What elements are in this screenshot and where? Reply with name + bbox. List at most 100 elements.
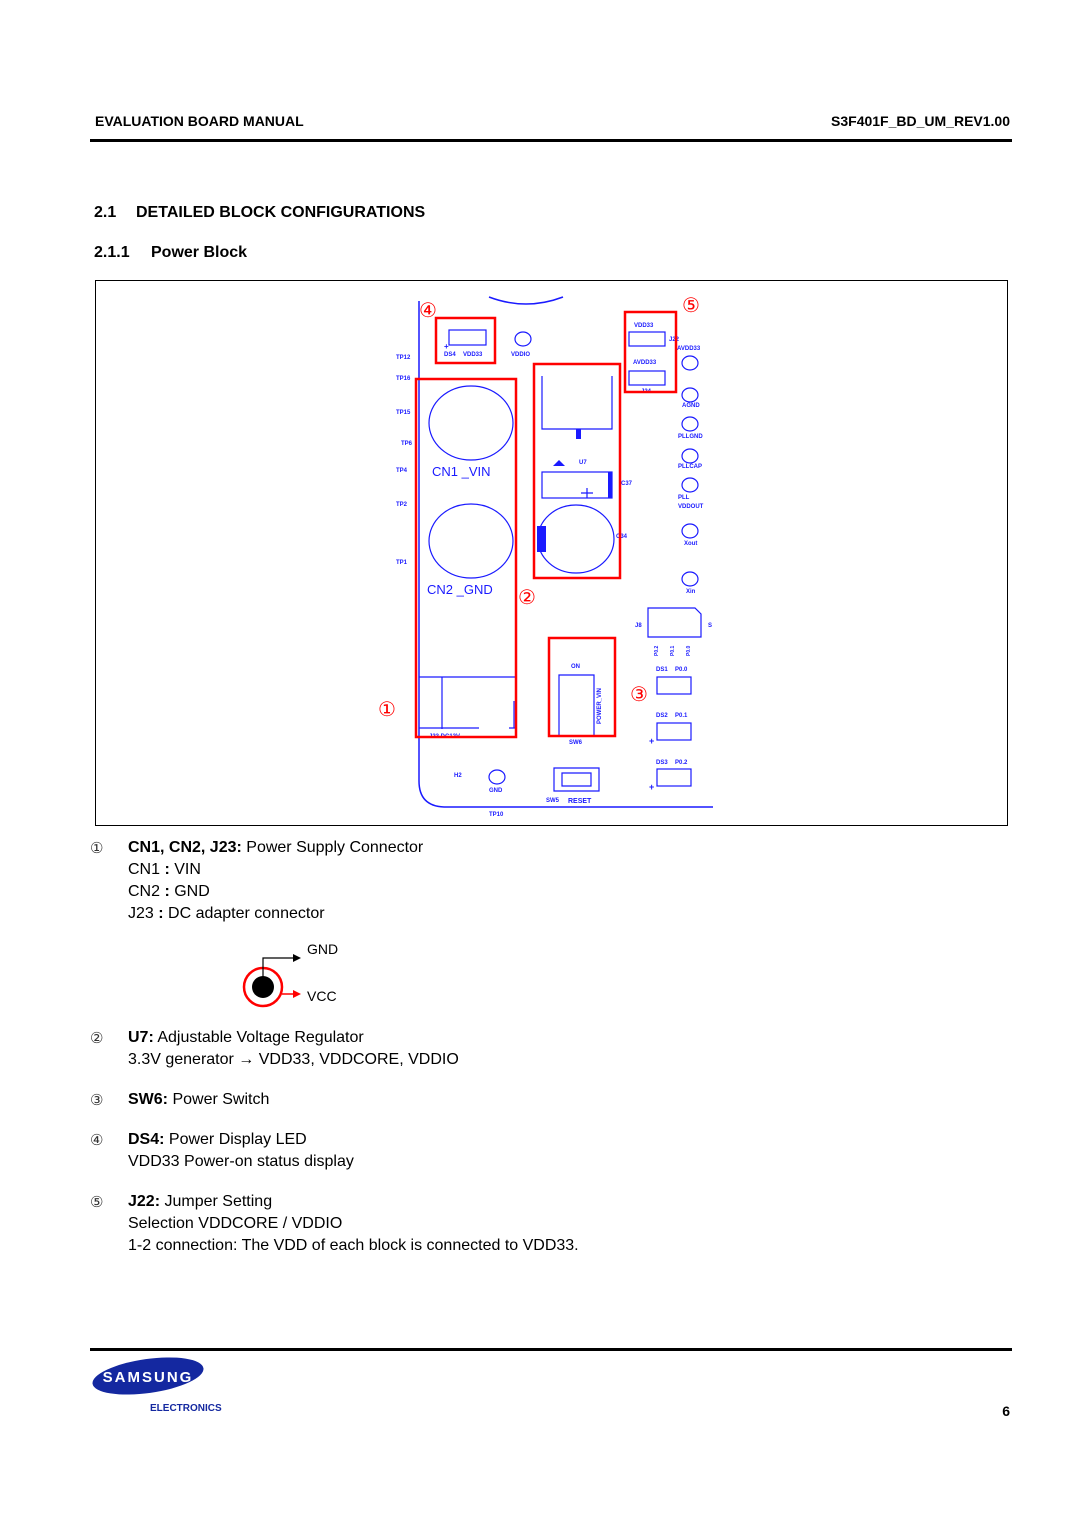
callout-4: ④ — [419, 298, 437, 322]
tp2-label: TP2 — [396, 502, 408, 508]
vcc-arrow — [293, 990, 301, 998]
tp1-label: TP1 — [396, 560, 408, 566]
j22-vdd33-label: VDD33 — [634, 323, 654, 329]
gnd-text: GND — [307, 941, 338, 957]
gnd-pad — [488, 769, 506, 785]
item-line-cn1: CN1 : VIN — [128, 861, 201, 878]
item-line: 3.3V generator → VDD33, VDDCORE, VDDIO — [128, 1051, 459, 1068]
ds3-led — [656, 768, 692, 787]
j8-right-label: S — [708, 623, 712, 629]
samsung-logo-text: SAMSUNG — [103, 1369, 194, 1386]
u7-heatsink — [541, 376, 613, 430]
callout-3: ③ — [630, 682, 648, 706]
subsection-title: Power Block — [151, 244, 248, 261]
item-power-switch: ③ SW6: Power Switch — [90, 1089, 270, 1111]
svg-text:+: + — [444, 342, 449, 351]
pll-label: PLL — [678, 495, 690, 501]
item-title: U7: — [128, 1029, 154, 1046]
item-marker: ③ — [90, 1092, 104, 1109]
j22-label: J22 — [669, 337, 680, 343]
p01-label: P0.1 — [670, 645, 676, 656]
section-title: DETAILED BLOCK CONFIGURATIONS — [136, 204, 426, 221]
board-outline — [418, 301, 713, 808]
item-title: SW6: — [128, 1091, 168, 1108]
h2-label: H2 — [454, 773, 462, 779]
ds2-pin-label: P0.1 — [675, 713, 688, 719]
vddio-pad — [514, 331, 532, 347]
item-line: VDD33 Power-on status display — [128, 1153, 354, 1170]
tp16-label: TP16 — [396, 376, 411, 382]
ds1-label: DS1 — [656, 667, 668, 673]
ds1-pin-label: P0.0 — [675, 667, 688, 673]
tp4-label: TP4 — [396, 468, 408, 474]
item-title: CN1, CN2, J23: — [128, 839, 242, 856]
reset-label: RESET — [568, 798, 592, 805]
item-title: J22: — [128, 1193, 161, 1210]
item-text: Power Display LED — [164, 1131, 307, 1148]
tp10-label: TP10 — [489, 812, 504, 818]
power-vin-label: POWER_VIN — [597, 688, 603, 724]
item-text: Power Switch — [168, 1091, 270, 1108]
running-header-title: EVALUATION BOARD MANUAL — [95, 113, 304, 129]
item-voltage-regulator: ② U7: Adjustable Voltage Regulator 3.3V … — [90, 1027, 459, 1071]
avdd33-pad — [681, 355, 699, 371]
u7-label: U7 — [579, 460, 587, 466]
item-text: Adjustable Voltage Regulator — [153, 1029, 364, 1046]
header-rule — [90, 139, 1012, 142]
j8-header — [647, 607, 702, 638]
xout-pad — [681, 523, 699, 539]
item-line-j23: J23 : DC adapter connector — [128, 905, 325, 922]
cn1-label: CN1 _VIN — [432, 464, 491, 479]
j23-connector — [419, 676, 515, 729]
sw5-reset-button — [553, 767, 600, 792]
cn1-connector — [428, 385, 514, 461]
p00-label: P0.0 — [686, 645, 692, 656]
xout-label: Xout — [684, 541, 697, 547]
item-text: Power Supply Connector — [241, 839, 424, 856]
ds2-led — [656, 722, 692, 741]
ds1-led — [656, 676, 692, 695]
j22-jumper — [628, 331, 666, 347]
pllcap-pad — [681, 448, 699, 464]
item-text: Jumper Setting — [160, 1193, 273, 1210]
j8-label: J8 — [635, 623, 642, 629]
cn2-label: CN2 _GND — [427, 582, 493, 597]
on-label: ON — [571, 664, 580, 670]
gnd-label: GND — [489, 788, 503, 794]
j24-jumper — [628, 370, 666, 386]
agnd-pad — [681, 387, 699, 403]
footer-rule — [90, 1348, 1012, 1351]
item-jumper-setting: ⑤ J22: Jumper Setting Selection VDDCORE … — [90, 1191, 579, 1257]
pllcap-label: PLLCAP — [678, 464, 702, 470]
ds3-label: DS3 — [656, 760, 668, 766]
ds4-led — [448, 329, 487, 346]
callout-2: ② — [518, 585, 536, 609]
tp15-label: TP15 — [396, 410, 411, 416]
subsection-number: 2.1.1 — [94, 244, 130, 261]
xin-pad — [681, 571, 699, 587]
c37-label: C37 — [621, 481, 633, 487]
ds2-label: DS2 — [656, 713, 668, 719]
vddio-label: VDDIO — [511, 352, 530, 358]
pllgnd-pad — [681, 416, 699, 432]
samsung-logo: SAMSUNG ELECTRONICS — [92, 1357, 222, 1414]
item-marker: ⑤ — [90, 1194, 104, 1211]
sw6-label: SW6 — [569, 740, 583, 746]
pll-vddout-pad — [681, 477, 699, 493]
power-block-figure: TP12 TP16 TP15 TP6 TP4 TP2 TP1 TP10 DS4 … — [95, 280, 1008, 826]
section-heading: 2.1 DETAILED BLOCK CONFIGURATIONS — [94, 204, 425, 222]
item-power-supply-connector: ① CN1, CN2, J23: Power Supply Connector … — [90, 837, 424, 925]
item-line-cn2: CN2 : GND — [128, 883, 210, 900]
j22-avdd33-label: AVDD33 — [633, 360, 657, 366]
item-power-led: ④ DS4: Power Display LED VDD33 Power-on … — [90, 1129, 354, 1173]
section-number: 2.1 — [94, 204, 117, 221]
vddout-label: VDDOUT — [678, 504, 704, 510]
agnd-label: AGND — [682, 403, 700, 409]
item-marker: ④ — [90, 1132, 104, 1149]
ds4-label: DS4 — [444, 352, 456, 358]
c34-label: C34 — [616, 534, 628, 540]
cn2-connector — [428, 503, 514, 579]
callout-5: ⑤ — [682, 293, 700, 317]
document-id: S3F401F_BD_UM_REV1.00 — [831, 113, 1010, 129]
vdd33-label: VDD33 — [463, 352, 483, 358]
